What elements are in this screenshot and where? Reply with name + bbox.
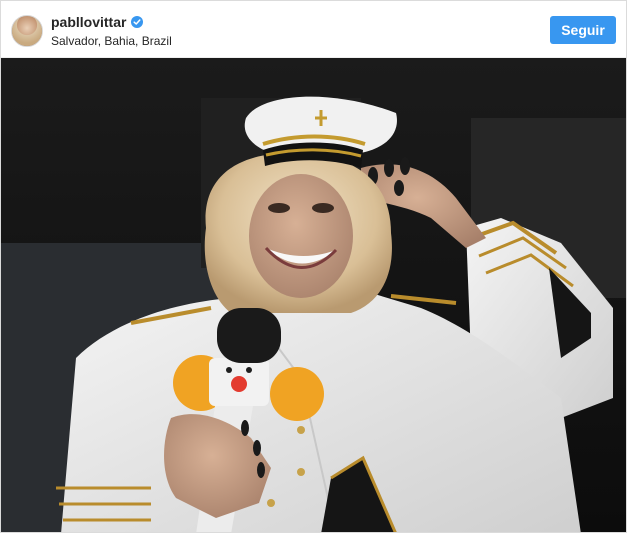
user-row: pabllovittar bbox=[51, 14, 144, 30]
instagram-post-card: pabllovittar Salvador, Bahia, Brazil Seg… bbox=[0, 0, 627, 533]
verified-badge-icon bbox=[131, 16, 144, 28]
avatar-image bbox=[12, 16, 42, 46]
post-photo[interactable] bbox=[1, 58, 626, 532]
post-photo-illustration bbox=[1, 58, 626, 532]
username-link[interactable]: pabllovittar bbox=[51, 14, 126, 30]
avatar[interactable] bbox=[11, 15, 43, 47]
follow-button[interactable]: Seguir bbox=[550, 16, 616, 44]
location-link[interactable]: Salvador, Bahia, Brazil bbox=[51, 34, 172, 48]
post-header: pabllovittar Salvador, Bahia, Brazil Seg… bbox=[1, 1, 626, 58]
